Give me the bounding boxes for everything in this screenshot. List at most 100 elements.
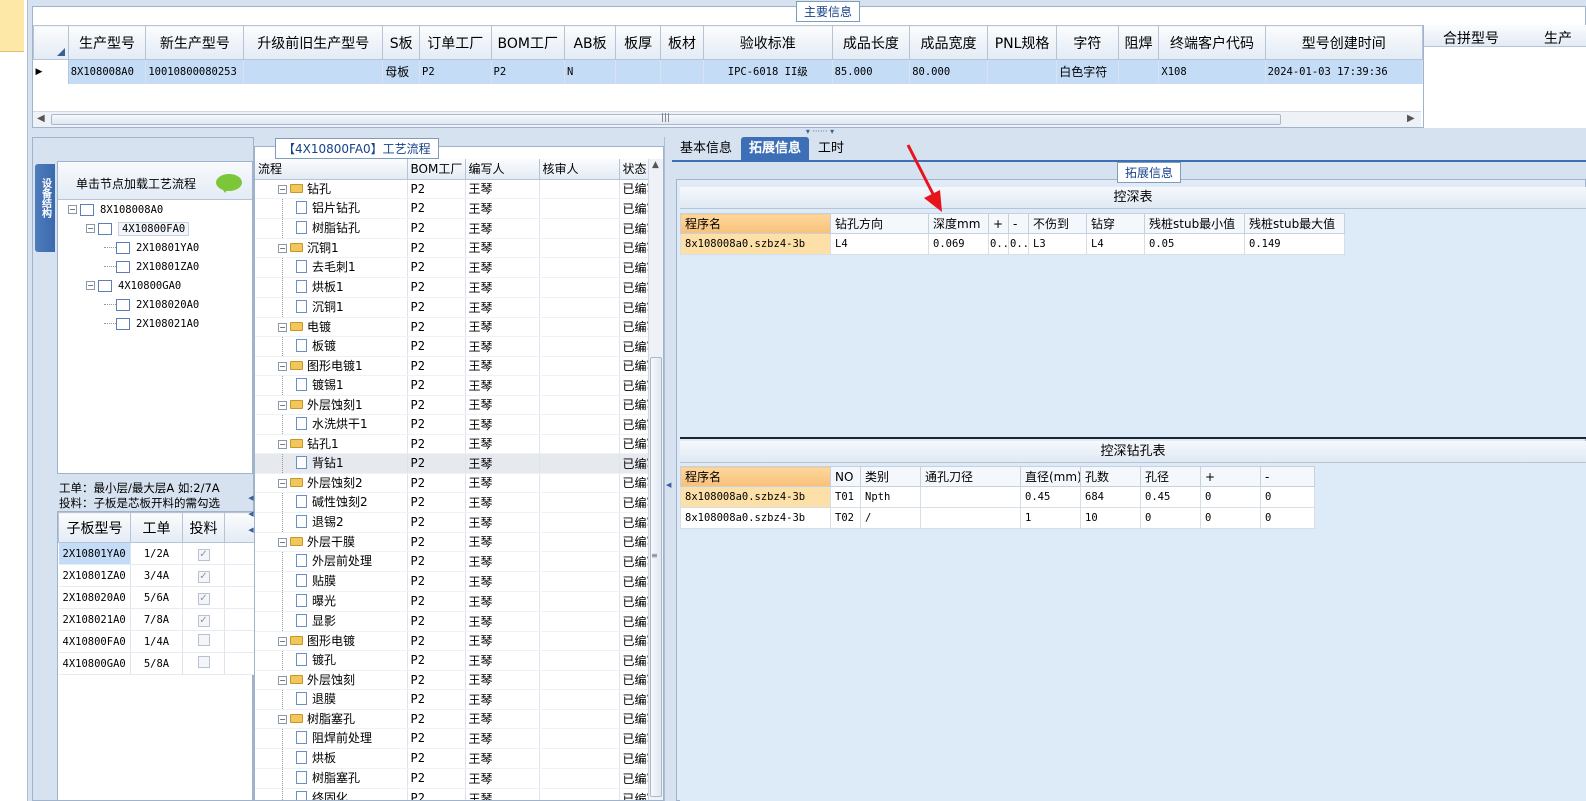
collapse-icon[interactable]: − [278,244,287,253]
step-writer[interactable]: 王琴 [465,375,540,396]
collapse-icon[interactable]: − [278,401,287,410]
sub-board-order[interactable]: 7/8A [130,608,183,631]
feed-checkbox-cell[interactable]: ✓ [182,608,225,631]
main-cell[interactable] [615,59,662,84]
step-reviewer[interactable] [539,453,620,474]
step-reviewer[interactable] [539,238,620,258]
main-col-header[interactable]: 升级前旧生产型号 [243,25,384,60]
step-bom[interactable]: P2 [407,218,466,239]
feed-checkbox-cell[interactable]: ✓ [182,542,225,565]
drill_table-cell[interactable]: 684 [1080,486,1141,508]
depth_table-col-header[interactable]: 钻穿 [1086,213,1145,234]
feed-checkbox-cell[interactable] [182,630,225,653]
step-status[interactable]: 已编写 [619,532,648,552]
sub-col-header[interactable]: 子板型号 [58,512,131,543]
left-edge-yellow-tab[interactable] [0,0,24,52]
step-bom[interactable]: P2 [407,512,466,533]
middle-splitter[interactable]: ◀ [664,137,672,801]
sub-board-row[interactable]: 2X108020A0 5/6A ✓ [58,586,255,609]
step-name-cell[interactable]: 贴膜 [255,571,408,592]
drill_table-cell[interactable]: 0 [1200,486,1261,508]
step-reviewer[interactable] [539,492,620,513]
depth_table-row[interactable]: 8x108008a0.szbz4-3b L4 0.069 0.. 0.. L3 L4 0.05… [680,233,1345,255]
drill_table-cell[interactable]: 0 [1260,486,1315,508]
main-col-header[interactable]: 成品长度 [831,25,911,60]
sub-board-order[interactable]: 5/8A [130,652,183,675]
sub-col-header[interactable]: 工单 [130,512,183,543]
step-name-cell[interactable]: − 外层蚀刻2 [255,473,408,493]
main-col-header[interactable]: 型号创建时间 [1264,25,1423,60]
step-status[interactable]: 已编写 [619,689,648,710]
step-status[interactable]: 已编写 [619,434,648,454]
step-status[interactable]: 已编写 [619,277,648,298]
step-row[interactable]: − 树脂塞孔 P2王琴 已编写 [255,709,648,729]
step-reviewer[interactable] [539,198,620,219]
step-reviewer[interactable] [539,277,620,298]
feed-checkbox-cell[interactable]: ✓ [182,564,225,587]
step-row[interactable]: 退膜 P2王琴 已编写 [255,689,648,710]
tab-work-hours[interactable]: 工时 [810,137,852,161]
step-bom[interactable]: P2 [407,591,466,612]
step-reviewer[interactable] [539,631,620,651]
drill_table-cell[interactable]: 0 [1200,507,1261,529]
main-cell[interactable] [1118,59,1160,84]
drill_table-cell[interactable]: 0 [1260,507,1315,529]
depth_table-col-header[interactable]: 残桩stub最大值 [1244,213,1345,234]
step-bom[interactable]: P2 [407,395,466,415]
step-row[interactable]: 终固化 P2王琴 已编写 [255,788,648,800]
production-col[interactable]: 生产 [1544,28,1572,48]
main-col-header[interactable]: 成品宽度 [909,25,988,60]
step-name-cell[interactable]: 退膜 [255,689,408,710]
step-writer[interactable]: 王琴 [465,611,540,632]
step-status[interactable]: 已编写 [619,218,648,239]
step-status[interactable]: 已编写 [619,571,648,592]
drill_table-row[interactable]: 8x108008a0.szbz4-3b T01 Npth 0.45 684 0.45 0 0 [680,486,1315,508]
checkbox-checked-icon[interactable]: ✓ [197,571,210,583]
step-name-cell[interactable]: 曝光 [255,591,408,612]
drill_table-cell[interactable]: 10 [1080,507,1141,529]
main-cell[interactable]: P2 [491,59,566,84]
step-reviewer[interactable] [539,532,620,552]
step-name-cell[interactable]: − 钻孔 [255,179,408,199]
step-bom[interactable]: P2 [407,198,466,219]
step-row[interactable]: 水洗烘干1 P2王琴 已编写 [255,414,648,435]
main-col-header[interactable]: BOM工厂 [490,25,566,60]
sub-board-model[interactable]: 4X10800FA0 [58,630,131,653]
step-writer[interactable]: 王琴 [465,748,540,769]
step-col-header[interactable]: 状态 [619,159,648,180]
tree-node[interactable]: 2X108021A0 [104,316,199,335]
depth_table-col-header[interactable]: 残桩stub最小值 [1144,213,1245,234]
step-reviewer[interactable] [539,551,620,572]
step-writer[interactable]: 王琴 [465,512,540,533]
step-writer[interactable]: 王琴 [465,631,540,651]
main-col-header[interactable]: 生产型号 [67,25,147,60]
step-row[interactable]: 板镀 P2王琴 已编写 [255,336,648,357]
step-status[interactable]: 已编写 [619,473,648,493]
step-writer[interactable]: 王琴 [465,650,540,671]
collapse-icon[interactable]: − [278,479,287,488]
main-col-header[interactable]: AB板 [564,25,617,60]
sub-board-model[interactable]: 2X10801YA0 [58,542,131,565]
collapse-icon[interactable]: − [86,224,95,233]
main-cell[interactable]: N [564,59,617,84]
step-status[interactable]: 已编写 [619,748,648,769]
sub-board-model[interactable]: 2X108020A0 [58,586,131,609]
depth_table-cell[interactable]: 8x108008a0.szbz4-3b [680,233,831,255]
step-status[interactable]: 已编写 [619,453,648,474]
step-row[interactable]: − 图形电镀 P2王琴 已编写 [255,631,648,651]
step-writer[interactable]: 王琴 [465,551,540,572]
step-reviewer[interactable] [539,709,620,729]
step-row[interactable]: − 外层蚀刻 P2王琴 已编写 [255,670,648,690]
step-row[interactable]: − 外层干膜 P2王琴 已编写 [255,532,648,552]
step-status[interactable]: 已编写 [619,179,648,199]
main-cell[interactable]: 85.000 [832,59,911,84]
drill_table-cell[interactable]: Npth [860,486,921,508]
step-row[interactable]: − 电镀 P2王琴 已编写 [255,317,648,337]
step-writer[interactable]: 王琴 [465,473,540,493]
step-name-cell[interactable]: 镀锡1 [255,375,408,396]
step-bom[interactable]: P2 [407,453,466,474]
step-name-cell[interactable]: 烘板1 [255,277,408,298]
collapse-icon[interactable]: − [278,440,287,449]
main-cell[interactable]: 80.000 [909,59,988,84]
step-col-header[interactable]: 流程 [255,159,408,180]
